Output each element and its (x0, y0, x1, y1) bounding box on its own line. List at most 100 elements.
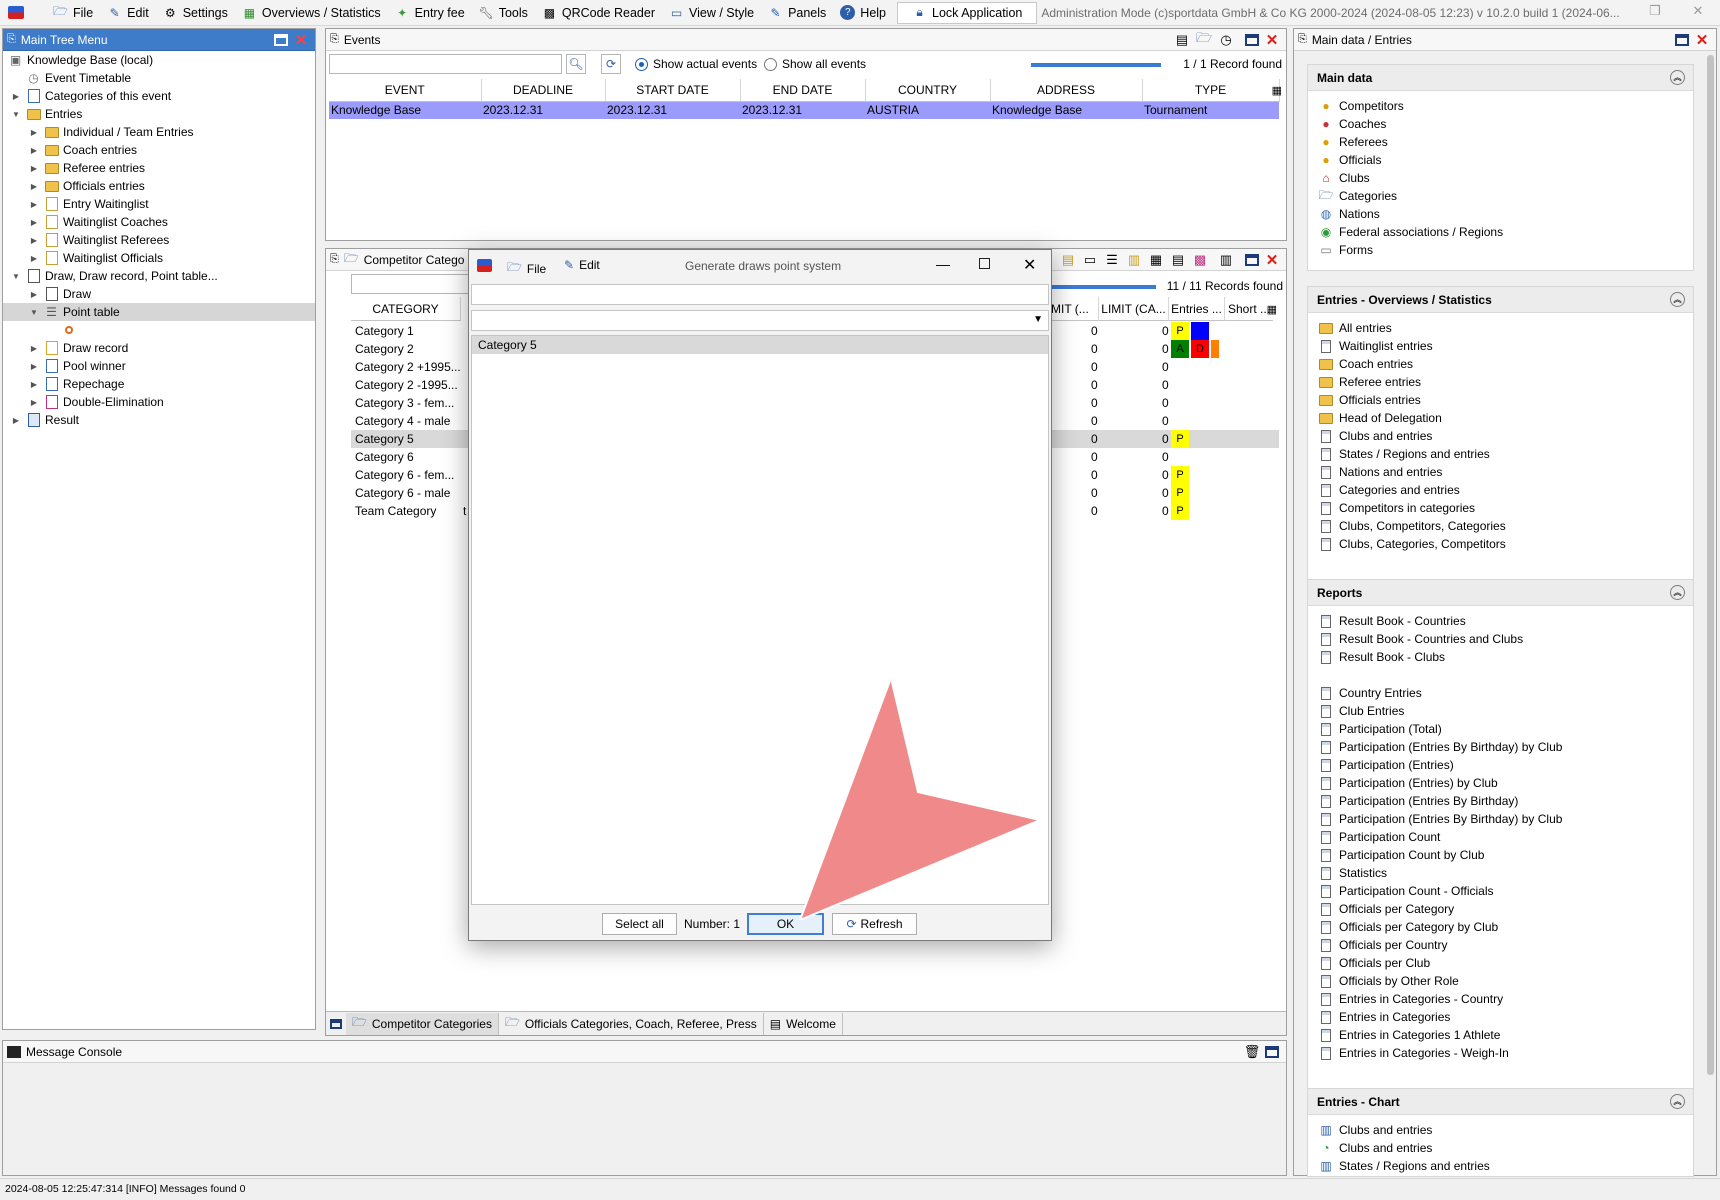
tree-item-point-table-child[interactable] (3, 321, 315, 339)
report-link[interactable]: Participation Count - Officials (1308, 882, 1693, 900)
tree-item-entry-waitinglist[interactable]: ▶ Entry Waitinglist (3, 195, 315, 213)
report-link[interactable]: Statistics (1308, 864, 1693, 882)
link-clubs-and-entries[interactable]: Clubs and entries (1308, 427, 1693, 445)
report-link[interactable]: Club Entries (1308, 702, 1693, 720)
expand-arrow-icon[interactable]: ▶ (29, 181, 39, 191)
column-header-start-date[interactable]: START DATE (605, 79, 741, 102)
tree-item-draw[interactable]: ▶ Draw (3, 285, 315, 303)
column-chooser-icon[interactable]: ▦ (1272, 84, 1282, 97)
column-header-address[interactable]: ADDRESS (990, 79, 1143, 102)
column-header-event[interactable]: EVENT (329, 79, 482, 102)
refresh-icon[interactable]: ⟳ (601, 54, 621, 74)
section-header-entries-overviews[interactable]: Entries - Overviews / Statistics ︽ (1308, 287, 1693, 313)
report-link[interactable]: Officials by Other Role (1308, 972, 1693, 990)
link-competitors[interactable]: ● Competitors (1308, 97, 1693, 115)
expand-arrow-icon[interactable]: ▶ (29, 145, 39, 155)
link-chart-clubs-entries[interactable]: ▥ Clubs and entries (1308, 1121, 1693, 1139)
expand-arrow-icon[interactable]: ▶ (29, 127, 39, 137)
report-link[interactable]: Result Book - Countries and Clubs (1308, 630, 1693, 648)
report-link[interactable]: Participation Count (1308, 828, 1693, 846)
report-link[interactable]: Officials per Category by Club (1308, 918, 1693, 936)
show-actual-events-radio[interactable]: Show actual events (635, 57, 757, 71)
collapse-icon[interactable]: ︽ (1670, 70, 1685, 85)
menu-help[interactable]: ? Help (833, 0, 893, 26)
dialog-menu-edit[interactable]: ✎ Edit (564, 258, 600, 272)
link-coach-entries[interactable]: Coach entries (1308, 355, 1693, 373)
link-waitinglist-entries[interactable]: Waitinglist entries (1308, 337, 1693, 355)
edit-icon[interactable]: ▩ (1192, 252, 1208, 268)
events-search-input[interactable] (329, 54, 562, 74)
export-icon[interactable]: ▥ (1126, 252, 1142, 268)
list-item[interactable]: Category 5 (472, 336, 1048, 354)
link-nations-entries[interactable]: Nations and entries (1308, 463, 1693, 481)
expand-arrow-icon[interactable]: ▶ (11, 415, 21, 425)
menu-entry-fee[interactable]: ✦ Entry fee (388, 0, 472, 26)
collapse-arrow-icon[interactable]: ▼ (11, 271, 21, 281)
close-icon[interactable]: ✕ (1023, 255, 1036, 275)
maximize-icon[interactable] (1244, 252, 1260, 268)
link-officials-entries[interactable]: Officials entries (1308, 391, 1693, 409)
tree-item-referee-entries[interactable]: ▶ Referee entries (3, 159, 315, 177)
column-header-end-date[interactable]: END DATE (740, 79, 866, 102)
dialog-category-select[interactable]: ▼ (471, 310, 1049, 331)
show-all-events-radio[interactable]: Show all events (764, 57, 866, 71)
menu-overviews[interactable]: ▦ Overviews / Statistics (235, 0, 388, 26)
report-link[interactable]: Officials per Country (1308, 936, 1693, 954)
expand-arrow-icon[interactable]: ▶ (29, 289, 39, 299)
tab-welcome[interactable]: ▤ Welcome (764, 1012, 843, 1035)
close-icon[interactable]: ✕ (293, 32, 309, 49)
maximize-icon[interactable] (273, 32, 289, 48)
column-header-entries[interactable]: Entries ... (1169, 297, 1225, 321)
expand-arrow-icon[interactable]: ▶ (11, 91, 21, 101)
report-link[interactable]: Entries in Categories - Country (1308, 990, 1693, 1008)
expand-arrow-icon[interactable]: ▶ (29, 361, 39, 371)
maximize-icon[interactable] (326, 1018, 346, 1029)
report-link[interactable]: Entries in Categories - Weigh-In (1308, 1044, 1693, 1062)
tab-competitor-categories[interactable]: 🗁 Competitor Categories (346, 1012, 499, 1035)
section-header-main-data[interactable]: Main data ︽ (1308, 65, 1693, 91)
clock-icon[interactable]: ◷ (1218, 32, 1234, 48)
link-categories[interactable]: 🗁 Categories (1308, 187, 1693, 205)
tree-item-categories[interactable]: ▶ Categories of this event (3, 87, 315, 105)
report-link[interactable]: Participation Count by Club (1308, 846, 1693, 864)
dialog-menu-file[interactable]: 🗁 File (507, 258, 546, 279)
right-scrollbar[interactable] (1705, 51, 1716, 1175)
report-link[interactable]: Entries in Categories (1308, 1008, 1693, 1026)
export-icon[interactable]: ▤ (1174, 32, 1190, 48)
maximize-icon[interactable] (979, 258, 990, 269)
column-header-limit2[interactable]: LIMIT (CA... (1099, 297, 1169, 321)
window-restore-button[interactable]: ❐ (1645, 3, 1665, 21)
link-clubs-categories-competitors[interactable]: Clubs, Categories, Competitors (1308, 535, 1693, 553)
menu-settings[interactable]: ⚙ Settings (156, 0, 235, 26)
grid-icon[interactable]: ▦ (1148, 252, 1164, 268)
expand-arrow-icon[interactable]: ▶ (29, 199, 39, 209)
maximize-icon[interactable] (1674, 32, 1690, 48)
report-link[interactable]: Result Book - Countries (1308, 612, 1693, 630)
link-head-of-delegation[interactable]: Head of Delegation (1308, 409, 1693, 427)
link-referee-entries[interactable]: Referee entries (1308, 373, 1693, 391)
link-officials[interactable]: ● Officials (1308, 151, 1693, 169)
tree-item-draw-group[interactable]: ▼ Draw, Draw record, Point table... (3, 267, 315, 285)
menu-panels[interactable]: ✎ Panels (761, 0, 833, 26)
report-link[interactable]: Participation (Entries By Birthday) by C… (1308, 738, 1693, 756)
report-link[interactable]: Participation (Entries) by Club (1308, 774, 1693, 792)
column-header-deadline[interactable]: DEADLINE (481, 79, 606, 102)
tree-item-result[interactable]: ▶ Result (3, 411, 315, 429)
tree-item-repechage[interactable]: ▶ Repechage (3, 375, 315, 393)
collapse-icon[interactable]: ︽ (1670, 585, 1685, 600)
collapse-arrow-icon[interactable]: ▼ (11, 109, 21, 119)
link-forms[interactable]: ▭ Forms (1308, 241, 1693, 259)
tree-item-point-table[interactable]: ▼ ☰ Point table (3, 303, 315, 321)
report-link[interactable]: Country Entries (1308, 684, 1693, 702)
report-link[interactable]: Entries in Categories 1 Athlete (1308, 1026, 1693, 1044)
report-link[interactable]: Participation (Entries By Birthday) by C… (1308, 810, 1693, 828)
trash-icon[interactable]: 🗑︎ (1244, 1044, 1261, 1060)
expand-arrow-icon[interactable]: ▶ (29, 217, 39, 227)
menu-edit[interactable]: ✎ Edit (100, 0, 156, 26)
column-header-category[interactable]: CATEGORY (351, 297, 461, 321)
window-close-button[interactable]: ✕ (1688, 3, 1708, 21)
columns-icon[interactable]: ▥ (1218, 252, 1234, 268)
report-link[interactable]: Officials per Club (1308, 954, 1693, 972)
link-clubs-competitors-categories[interactable]: Clubs, Competitors, Categories (1308, 517, 1693, 535)
report-link[interactable]: Officials per Category (1308, 900, 1693, 918)
